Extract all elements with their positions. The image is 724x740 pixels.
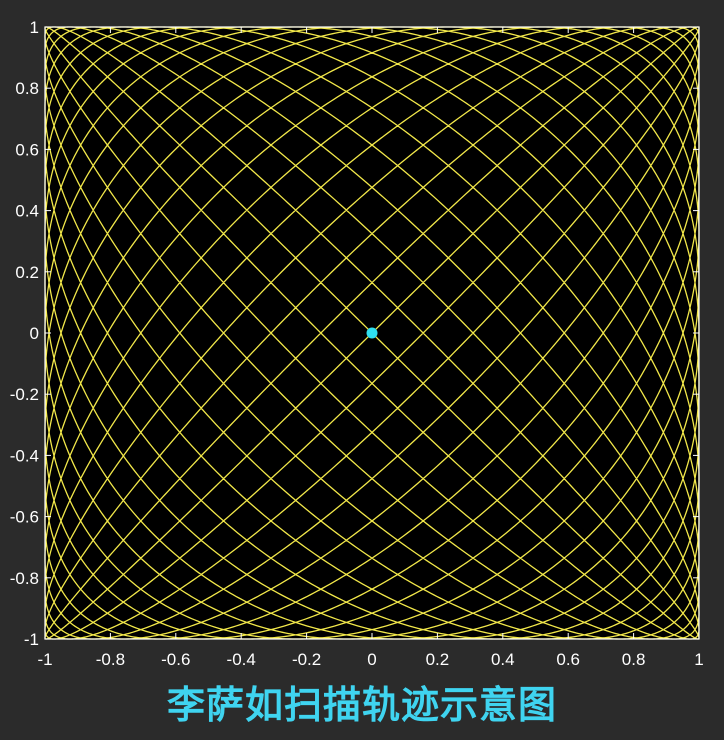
center-markers: [366, 327, 378, 339]
y-tick-label: -1: [24, 630, 39, 649]
y-tick-label: -0.4: [10, 446, 39, 465]
x-tick-label: 0.2: [426, 650, 450, 669]
x-tick-label: -0.4: [227, 650, 256, 669]
y-tick-label: 0.4: [15, 202, 39, 221]
chart-title: 李萨如扫描轨迹示意图: [166, 683, 557, 727]
y-tick-label: 0.6: [15, 140, 39, 159]
y-tick-label: 0.2: [15, 263, 39, 282]
y-tick-label: 0: [30, 324, 39, 343]
x-tick-label: -0.6: [161, 650, 190, 669]
y-tick-label: -0.2: [10, 385, 39, 404]
y-tick-label: -0.6: [10, 508, 39, 527]
x-tick-label: -0.2: [292, 650, 321, 669]
y-tick-label: 1: [30, 18, 39, 37]
y-axis-tick-labels: -1 -0.8 -0.6 -0.4 -0.2 0 0.2 0.4 0.6 0.8 1: [10, 18, 39, 649]
x-tick-label: -1: [37, 650, 52, 669]
x-tick-label: -0.8: [96, 650, 125, 669]
x-tick-label: 1: [694, 650, 703, 669]
x-axis-tick-labels: -1 -0.8 -0.6 -0.4 -0.2 0 0.2 0.4 0.6 0.8 1: [37, 650, 703, 669]
y-tick-label: -0.8: [10, 569, 39, 588]
x-tick-label: 0.8: [622, 650, 646, 669]
lissajous-figure: -1 -0.8 -0.6 -0.4 -0.2 0 0.2 0.4 0.6 0.8 1 -1-0.8-…: [10, 18, 704, 669]
x-tick-label: 0.4: [491, 650, 515, 669]
x-tick-label: 0: [367, 650, 376, 669]
center-point-marker: [366, 327, 378, 339]
x-tick-label: 0.6: [556, 650, 580, 669]
y-tick-label: 0.8: [15, 79, 39, 98]
